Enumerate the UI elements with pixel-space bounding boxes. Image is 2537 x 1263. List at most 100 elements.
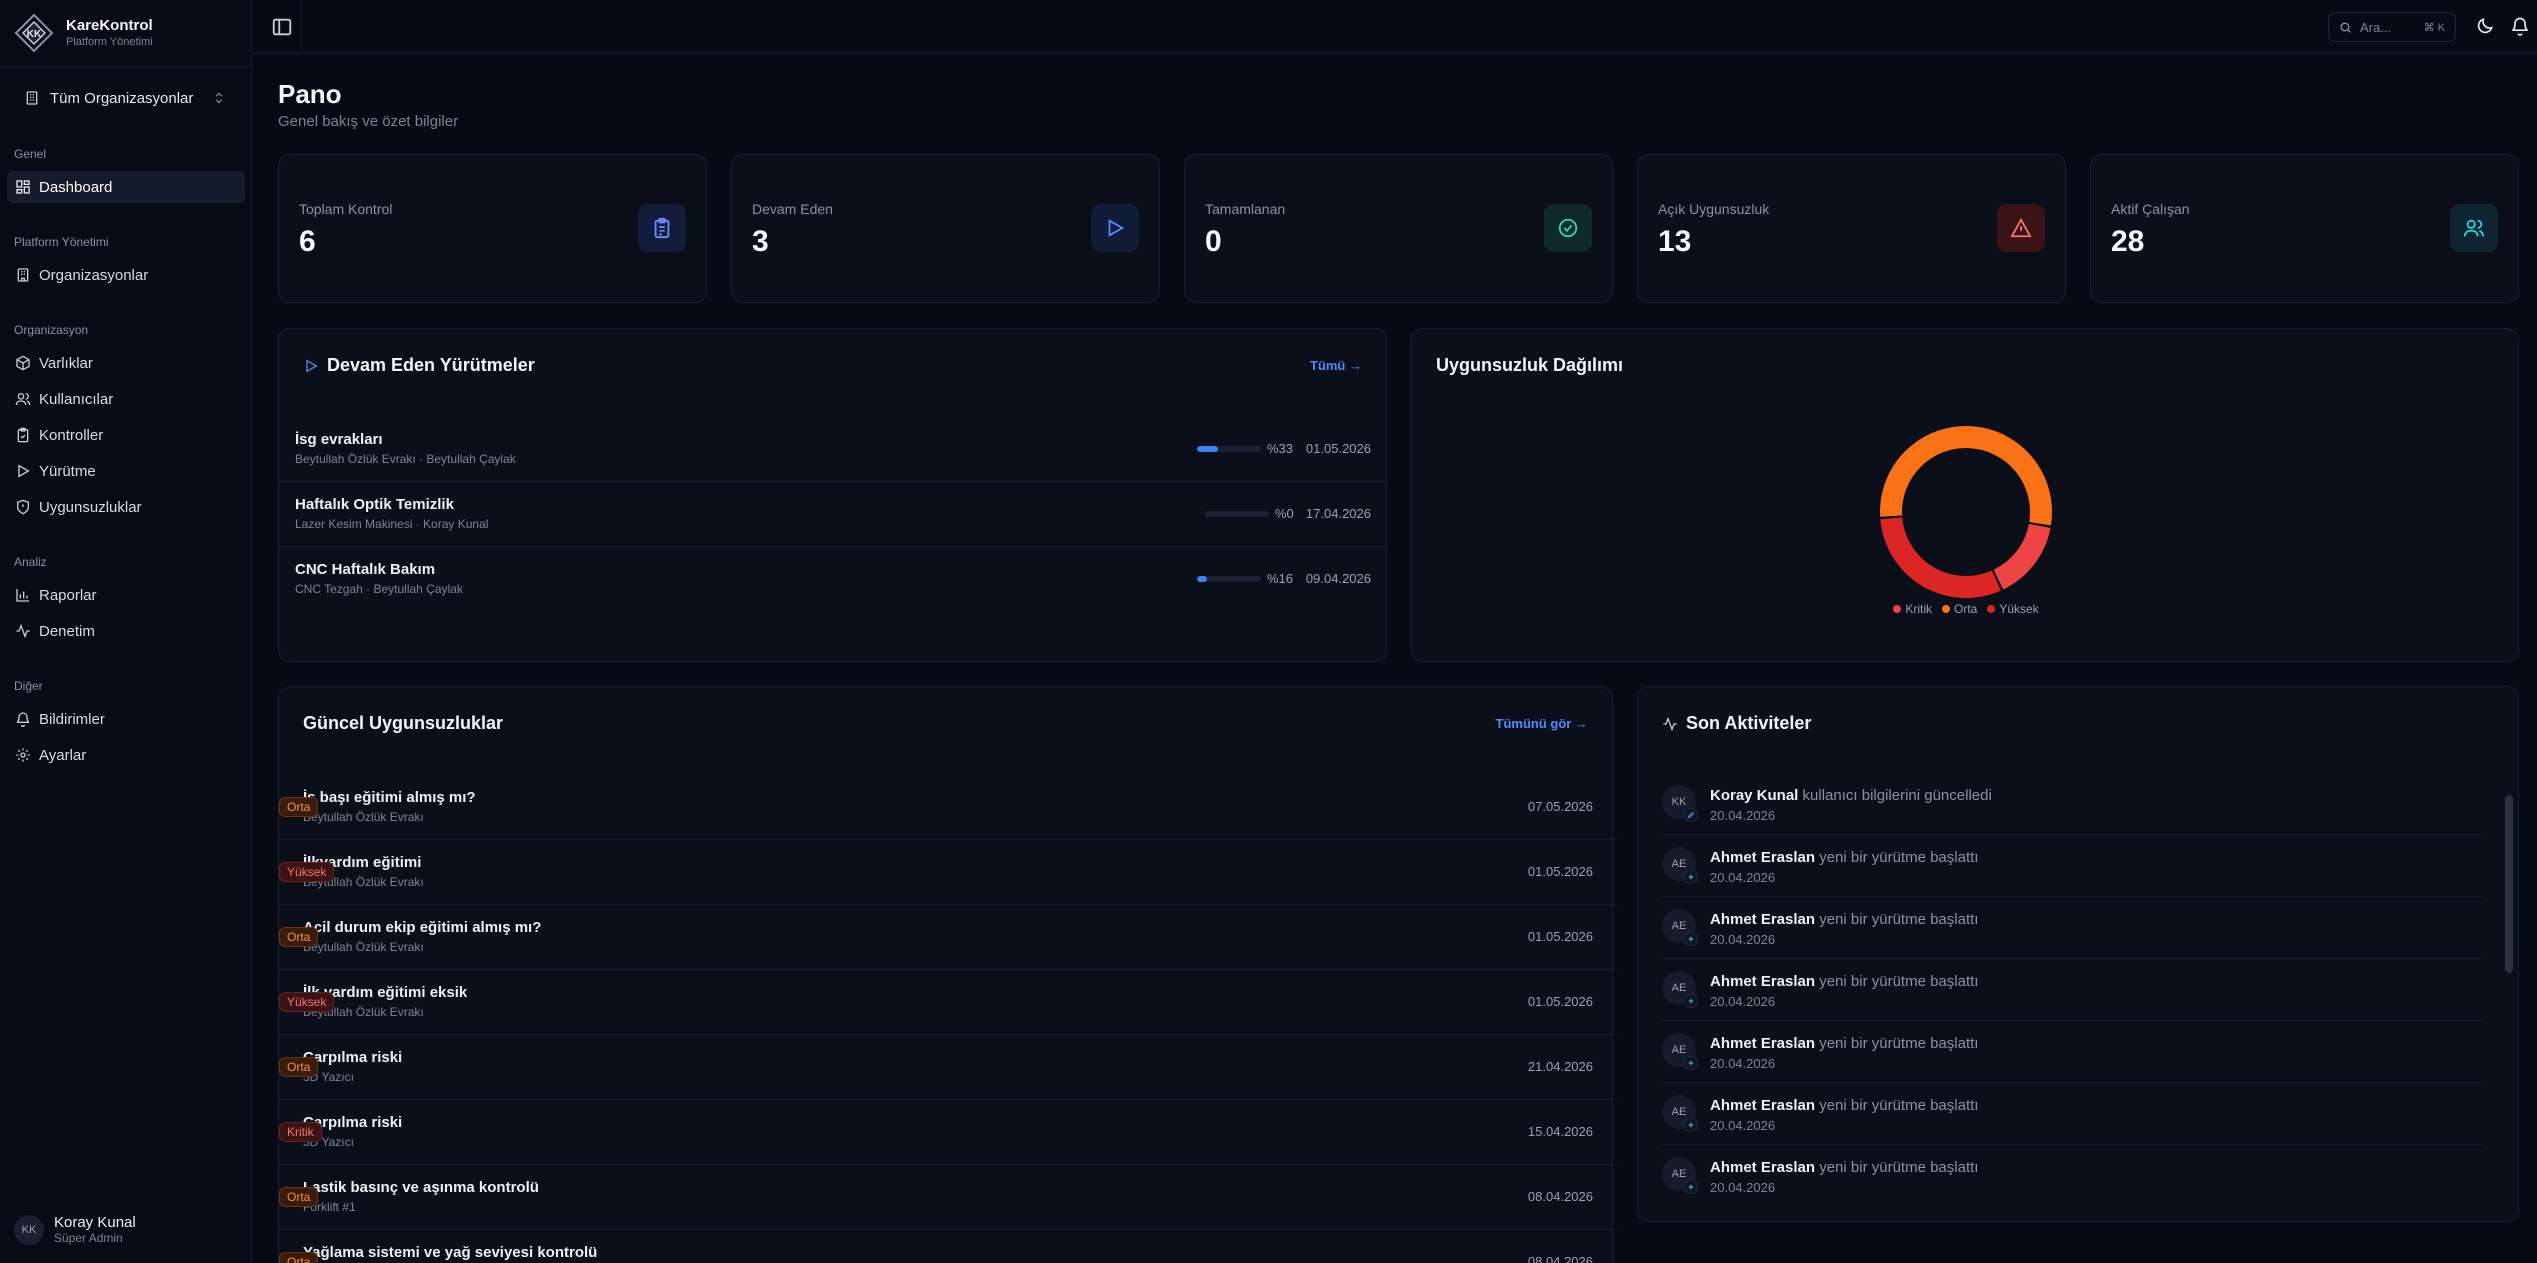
severity-badge: Yüksek: [279, 992, 335, 1012]
sidebar-item-settings[interactable]: Ayarlar: [7, 739, 245, 771]
activity-user: Ahmet Eraslan: [1710, 1035, 1816, 1052]
activity-row[interactable]: KK Koray Kunal kullanıcı bilgilerini günc…: [1662, 773, 2482, 835]
sidebar-item-assets[interactable]: Varlıklar: [7, 347, 245, 379]
sidebar-item-label: Raporlar: [39, 586, 97, 604]
sidebar-item-label: Varlıklar: [39, 354, 93, 372]
nonconformity-row[interactable]: İlk yardım eğitimi eksik Beytullah Özlük …: [279, 970, 1617, 1035]
activity-row[interactable]: AE Ahmet Eraslan yeni bir yürütme başlatt…: [1662, 1083, 2482, 1145]
donut-slice-kritik[interactable]: [1993, 523, 2051, 590]
nonconformity-row[interactable]: Lastik basınç ve aşınma kontrolü Forklift…: [279, 1165, 1617, 1230]
search-input[interactable]: Ara... ⌘ K: [2328, 12, 2456, 42]
nonconformity-row[interactable]: İlkyardım eğitimi Beytullah Özlük Evrakı Y…: [279, 840, 1617, 905]
donut-slice-orta[interactable]: [1880, 426, 2052, 526]
organization-select-label: Tüm Organizasyonlar: [50, 89, 194, 107]
execution-row[interactable]: İsg evrakları Beytullah Özlük Evrakı · B…: [279, 417, 1387, 482]
sidebar-toggle-icon[interactable]: [271, 16, 293, 38]
card-title: Uygunsuzluk Dağılımı: [1436, 355, 1624, 375]
donut-chart: [1880, 426, 2052, 598]
sidebar-item-notifications[interactable]: Bildirimler: [7, 703, 245, 735]
scrollbar-thumb[interactable]: [2505, 795, 2513, 973]
sidebar-item-execution[interactable]: Yürütme: [7, 455, 245, 487]
nav-group-label: Genel: [14, 147, 47, 161]
activity-action: yeni bir yürütme başlattı: [1819, 973, 1979, 990]
view-all-label: Tümünü gör: [1495, 716, 1572, 731]
sidebar-item-reports[interactable]: Raporlar: [7, 579, 245, 611]
activity-type-badge: [1684, 1118, 1698, 1132]
legend-label: Kritik: [1905, 602, 1932, 616]
activity-action: yeni bir yürütme başlattı: [1819, 849, 1979, 866]
activity-user: Ahmet Eraslan: [1710, 1159, 1816, 1176]
activity-action: yeni bir yürütme başlattı: [1819, 1097, 1979, 1114]
execution-row[interactable]: Haftalık Optik Temizlik Lazer Kesim Maki…: [279, 482, 1387, 547]
activity-text: Ahmet Eraslan yeni bir yürütme başlattı: [1710, 911, 1978, 928]
severity-badge: Orta: [279, 927, 319, 947]
sidebar-item-organizations[interactable]: Organizasyonlar: [7, 259, 245, 291]
activity-type-badge: [1684, 1180, 1698, 1194]
logo-icon: KK: [14, 13, 54, 53]
severity-badge: Yüksek: [279, 862, 335, 882]
activity-date: 20.04.2026: [1710, 1118, 1776, 1133]
play-icon: [306, 359, 318, 372]
activity-user: Ahmet Eraslan: [1710, 1097, 1816, 1114]
progress-fill: [1197, 576, 1208, 582]
sidebar-item-controls[interactable]: Kontroller: [7, 419, 245, 451]
page-title: Pano: [278, 79, 342, 109]
search-icon: [2340, 21, 2351, 33]
sidebar-item-dashboard[interactable]: Dashboard: [7, 171, 245, 203]
plus-icon: [1688, 874, 1694, 880]
stat-card-completed[interactable]: Tamamlanan 0: [1184, 154, 1613, 303]
stat-card-total-controls[interactable]: Toplam Kontrol 6: [278, 154, 707, 303]
nav-group-label: Analiz: [14, 555, 47, 569]
stat-label: Toplam Kontrol: [299, 201, 393, 217]
nonconformity-row[interactable]: Yağlama sistemi ve yağ seviyesi kontrolü…: [279, 1230, 1617, 1263]
stat-label: Açık Uygunsuzluk: [1658, 201, 1770, 217]
sidebar-item-users[interactable]: Kullanıcılar: [7, 383, 245, 415]
view-all-link[interactable]: Tümünü gör →: [1496, 716, 1588, 731]
plus-icon: [1688, 1122, 1694, 1128]
legend-swatch: [1941, 605, 1950, 613]
stat-card-open-nonconformities[interactable]: Açık Uygunsuzluk 13: [1637, 154, 2066, 303]
view-all-link[interactable]: Tümü →: [1310, 358, 1362, 373]
activity-action: yeni bir yürütme başlattı: [1819, 1159, 1979, 1176]
moon-icon[interactable]: [2475, 16, 2495, 36]
activity-type-badge: [1684, 932, 1698, 946]
sidebar-item-audit[interactable]: Denetim: [7, 615, 245, 647]
execution-row[interactable]: CNC Haftalık Bakım CNC Tezgah · Beytulla…: [279, 547, 1387, 612]
activity-type-badge: [1684, 1056, 1698, 1070]
activity-type-badge: [1684, 994, 1698, 1008]
nonconformity-title: İş başı eğitimi almış mı?: [303, 789, 476, 806]
legend-item: Yüksek: [1987, 602, 2039, 616]
activity-row[interactable]: AE Ahmet Eraslan yeni bir yürütme başlatt…: [1662, 897, 2482, 959]
donut-slice-yüksek[interactable]: [1880, 517, 2001, 598]
activity-type-badge: [1684, 808, 1698, 822]
activity-row[interactable]: AE Ahmet Eraslan yeni bir yürütme başlatt…: [1662, 835, 2482, 897]
stat-label: Tamamlanan: [1205, 201, 1286, 217]
sidebar-item-label: Ayarlar: [39, 746, 87, 764]
sidebar-item-label: Bildirimler: [39, 710, 105, 728]
nonconformity-row[interactable]: İş başı eğitimi almış mı? Beytullah Özlük…: [279, 775, 1617, 840]
activity-row[interactable]: AE Ahmet Eraslan yeni bir yürütme başlatt…: [1662, 1145, 2482, 1207]
severity-badge: Orta: [279, 1187, 319, 1207]
nonconformity-row[interactable]: Acil durum ekip eğitimi almış mı? Beytull…: [279, 905, 1617, 970]
activity-type-badge: [1684, 870, 1698, 884]
activity-row[interactable]: AE Ahmet Eraslan yeni bir yürütme başlatt…: [1662, 959, 2482, 1021]
stat-card-in-progress[interactable]: Devam Eden 3: [731, 154, 1160, 303]
card-title: Güncel Uygunsuzluklar: [303, 713, 504, 733]
stat-value: 13: [1658, 225, 1692, 258]
bell-icon[interactable]: [2510, 16, 2530, 36]
plus-icon: [1688, 936, 1694, 942]
nonconformity-row[interactable]: Çarpılma riski 3D Yazıcı Orta 21.04.2026: [279, 1035, 1617, 1100]
stat-card-active-employees[interactable]: Aktif Çalışan 28: [2090, 154, 2519, 303]
activity-row[interactable]: AE Ahmet Eraslan yeni bir yürütme başlatt…: [1662, 1021, 2482, 1083]
nonconformity-date: 01.05.2026: [1527, 929, 1593, 944]
user-menu[interactable]: KK Koray Kunal Süper Admin: [14, 1214, 136, 1246]
progress-bar: [1197, 576, 1261, 582]
alert-triangle-icon: [1997, 204, 2045, 252]
legend-item: Kritik: [1893, 602, 1932, 616]
brand[interactable]: KK KareKontrol Platform Yönetimi: [14, 10, 153, 56]
organization-select[interactable]: Tüm Organizasyonlar: [14, 80, 236, 116]
progress-bar: [1197, 446, 1261, 452]
sidebar-item-nonconformities[interactable]: Uygunsuzluklar: [7, 491, 245, 523]
progress-percent: %16: [1267, 571, 1294, 586]
nonconformity-row[interactable]: Çarpılma riski 3D Yazıcı Kritik 15.04.2026: [279, 1100, 1617, 1165]
